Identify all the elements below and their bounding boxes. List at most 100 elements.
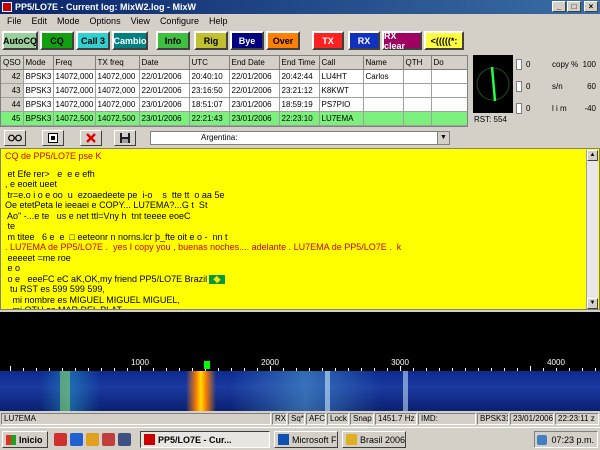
save-icon[interactable] (114, 130, 136, 146)
quicklaunch-desktop-icon[interactable] (118, 433, 131, 446)
delete-icon[interactable] (80, 130, 102, 146)
col-qso[interactable]: QSO (1, 56, 24, 70)
cell-do (431, 83, 467, 98)
new-entry-icon[interactable] (42, 130, 64, 146)
status-frequency[interactable]: 1451.7 Hz (375, 413, 417, 425)
start-button[interactable]: Inicio (2, 431, 48, 448)
col-date[interactable]: Date (139, 56, 190, 70)
minimize-button[interactable]: _ (552, 1, 566, 12)
over-button[interactable]: Over (266, 31, 300, 50)
sn-meter-max: 60 (587, 82, 596, 91)
table-row[interactable]: 42 BPSK3 14072,000 14072,000 22/01/2006 … (1, 69, 467, 84)
col-do[interactable]: Do (431, 56, 467, 70)
col-endtime[interactable]: End Time (279, 56, 320, 70)
frequency-ruler[interactable]: 1000 2000 3000 4000 (0, 357, 600, 371)
tray-clock[interactable]: 07:23 p.m. (551, 435, 594, 445)
tray-network-icon[interactable] (537, 434, 548, 445)
rx-button[interactable]: RX (348, 31, 380, 50)
call3-button[interactable]: Call 3 (76, 31, 110, 50)
col-freq[interactable]: Freq (53, 56, 96, 70)
cell-qso: 42 (1, 69, 24, 84)
col-enddate[interactable]: End Date (229, 56, 280, 70)
col-mode[interactable]: Mode (23, 56, 54, 70)
status-snap[interactable]: Snap (350, 413, 374, 425)
system-tray: 07:23 p.m. (534, 431, 598, 448)
close-button[interactable]: × (584, 1, 598, 12)
waterfall-display[interactable] (0, 371, 600, 411)
chevron-down-icon[interactable]: ▼ (437, 132, 449, 144)
table-row[interactable]: 43 BPSK3 14072,000 14072,000 22/01/2006 … (1, 83, 467, 98)
tx-button[interactable]: TX (312, 31, 344, 50)
lim-meter-max: -40 (584, 104, 596, 113)
info-button[interactable]: Info (156, 31, 190, 50)
task-frontpage-label: Microsoft FrontPage... (292, 434, 337, 445)
scroll-up-icon[interactable]: ▲ (587, 150, 598, 161)
waterfall-signal (60, 371, 70, 411)
status-afc[interactable]: AFC (306, 413, 326, 425)
status-squelch[interactable]: Sq* (288, 413, 305, 425)
rx-cursor-marker[interactable] (204, 361, 210, 369)
country-combo[interactable]: Argentina: ▼ (150, 131, 450, 145)
col-name[interactable]: Name (363, 56, 404, 70)
menu-configure[interactable]: Configure (155, 16, 204, 26)
task-brasil[interactable]: Brasil 2006 (342, 431, 406, 448)
quicklaunch-tool-icon[interactable] (102, 433, 115, 446)
menu-help[interactable]: Help (204, 16, 233, 26)
bye-button[interactable]: Bye (230, 31, 264, 50)
rx-line: tr=e.o i o e oo u ezoaedeete pe i-o s tt… (5, 190, 595, 201)
lim-meter-label: l i m (552, 104, 567, 113)
table-row-selected[interactable]: 45 BPSK3 14072,500 14072,500 23/01/2006 … (1, 111, 467, 126)
tick-label: 4000 (547, 358, 565, 367)
col-txfreq[interactable]: TX freq (95, 56, 140, 70)
quicklaunch-outlook-icon[interactable] (86, 433, 99, 446)
status-mode[interactable]: BPSK31 (477, 413, 509, 425)
cell-freq: 14072,000 (53, 69, 96, 84)
cell-txfreq: 14072,000 (95, 69, 140, 84)
status-rx[interactable]: RX (272, 413, 287, 425)
sn-meter-label: s/n (552, 82, 563, 91)
rx-scrollbar[interactable]: ▲ ▼ (586, 150, 598, 309)
status-date: 23/01/2006 (510, 413, 554, 425)
table-row[interactable]: 44 BPSK3 14072,000 14072,000 23/01/2006 … (1, 97, 467, 112)
col-utc[interactable]: UTC (189, 56, 230, 70)
menu-file[interactable]: File (2, 16, 27, 26)
col-call[interactable]: Call (319, 56, 364, 70)
cell-txfreq: 14072,500 (95, 111, 140, 126)
autocq-button[interactable]: AutoCQ (2, 31, 38, 50)
scroll-down-icon[interactable]: ▼ (587, 298, 598, 309)
menu-options[interactable]: Options (85, 16, 126, 26)
cell-qth (403, 97, 432, 112)
extra-macro-button[interactable]: <(((((*: (424, 31, 464, 50)
tx-text-window[interactable] (0, 312, 600, 357)
copy-meter: 0 copy % 100 (516, 57, 598, 73)
lim-meter-min: 0 (526, 104, 531, 113)
rx-line: te (5, 221, 595, 232)
menu-mode[interactable]: Mode (52, 16, 85, 26)
cell-do (431, 69, 467, 84)
rx-clear-button[interactable]: RX clear (382, 31, 422, 51)
cell-enddate: 22/01/2006 (229, 83, 280, 98)
windows-logo-icon (6, 434, 16, 445)
rx-text-window[interactable]: CQ de PP5/LO7E pse K et Efe rer> e e e e… (0, 148, 600, 310)
menu-edit[interactable]: Edit (27, 16, 53, 26)
maximize-button[interactable]: □ (567, 1, 581, 12)
lim-meter: 0 l i m -40 (516, 101, 598, 117)
status-lock[interactable]: Lock (327, 413, 349, 425)
menu-view[interactable]: View (126, 16, 155, 26)
task-mixw[interactable]: PP5/LO7E - Cur... (140, 431, 270, 448)
cambio-button[interactable]: Cambio (112, 31, 148, 50)
glasses-icon[interactable] (4, 130, 26, 146)
waterfall-signal (325, 371, 330, 411)
quicklaunch-ie-icon[interactable] (70, 433, 83, 446)
col-qth[interactable]: QTH (403, 56, 432, 70)
rx-line-text: eeeeet =me roe (5, 252, 71, 263)
qso-log-table: QSO Mode Freq TX freq Date UTC End Date … (0, 55, 468, 127)
rx-line-text: mi QTH es MAR DEL PLAT (5, 305, 123, 310)
cell-call: LU4HT (319, 69, 364, 84)
quicklaunch-app-icon[interactable] (54, 433, 67, 446)
task-frontpage[interactable]: Microsoft FrontPage... (274, 431, 338, 448)
rig-button[interactable]: Rig (194, 31, 228, 50)
rx-line: mi nombre es MIGUEL MIGUEL MIGUEL, (5, 295, 595, 306)
cq-button[interactable]: CQ (40, 31, 74, 50)
signal-meter-panel: RST: 554 0 copy % 100 0 s/n 60 0 l i m -… (470, 55, 600, 127)
